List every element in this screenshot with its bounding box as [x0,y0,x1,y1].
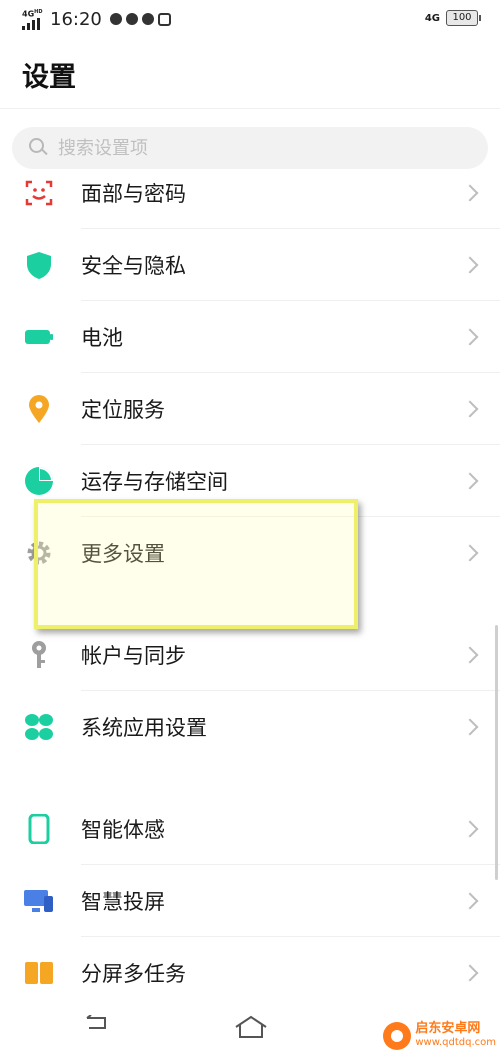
app-notification-icon [157,12,171,26]
chevron-right-icon [461,718,479,736]
watermark-name: 启东安卓网 [415,1021,481,1036]
settings-item-label: 面部与密码 [81,182,186,206]
shield-icon [27,252,51,279]
settings-item-label: 分屏多任务 [81,962,186,986]
back-icon[interactable] [86,1015,106,1029]
pie-chart-icon [25,467,53,495]
chevron-right-icon [461,646,479,664]
message-icon [141,12,154,25]
chevron-right-icon [461,544,479,562]
settings-item-label: 运存与存储空间 [81,470,228,494]
notification-icon [109,12,122,25]
settings-item-security-privacy[interactable]: 安全与隐私 [0,229,500,301]
settings-item-system-apps[interactable]: 系统应用设置 [0,691,500,763]
status-bar: 4GHD 16:20 4G 100 [0,0,500,40]
settings-item-label: 智能体感 [81,818,165,842]
settings-item-label: 智慧投屏 [81,890,165,914]
watermark-url: www.qdtdq.com [415,1037,496,1048]
settings-item-smart-motion[interactable]: 智能体感 [0,793,500,865]
apps-grid-icon [25,714,53,740]
watermark-logo-icon [383,1022,412,1050]
search-icon [28,137,50,159]
location-pin-icon [29,395,49,423]
settings-item-label: 安全与隐私 [81,254,186,278]
screen-cast-icon [24,890,53,912]
face-scan-icon [25,180,53,206]
settings-item-battery[interactable]: 电池 [0,301,500,373]
settings-item-label: 定位服务 [81,398,165,422]
chevron-right-icon [461,400,479,418]
key-icon [32,641,46,668]
divider [0,108,500,109]
network-indicator: 4G [424,12,440,24]
chevron-right-icon [461,328,479,346]
chevron-right-icon [461,892,479,910]
settings-item-label: 电池 [81,326,123,350]
home-icon[interactable] [234,1015,268,1039]
signal-icon: 4GHD [22,8,48,30]
chevron-right-icon [461,964,479,982]
chevron-right-icon [461,256,479,274]
settings-item-split-screen[interactable]: 分屏多任务 [0,937,500,1009]
settings-item-accounts-sync[interactable]: 帐户与同步 [0,619,500,691]
split-screen-icon [25,962,53,984]
settings-item-label: 帐户与同步 [81,644,186,668]
phone-motion-icon [28,814,50,844]
chevron-right-icon [461,472,479,490]
chevron-right-icon [461,184,479,202]
status-time: 16:20 [50,8,102,30]
settings-item-face-password[interactable]: 面部与密码 [0,157,500,229]
watermark: 启东安卓网 www.qdtdq.com [383,1022,496,1050]
settings-item-label: 系统应用设置 [81,716,207,740]
page-title: 设置 [22,62,76,93]
chevron-right-icon [461,820,479,838]
scrollbar[interactable] [495,625,498,880]
notification-icon [125,12,138,25]
settings-item-screen-cast[interactable]: 智慧投屏 [0,865,500,937]
battery-icon: 100 [446,10,481,26]
highlight-box [34,499,358,629]
settings-item-location[interactable]: 定位服务 [0,373,500,445]
battery-icon [25,330,53,344]
